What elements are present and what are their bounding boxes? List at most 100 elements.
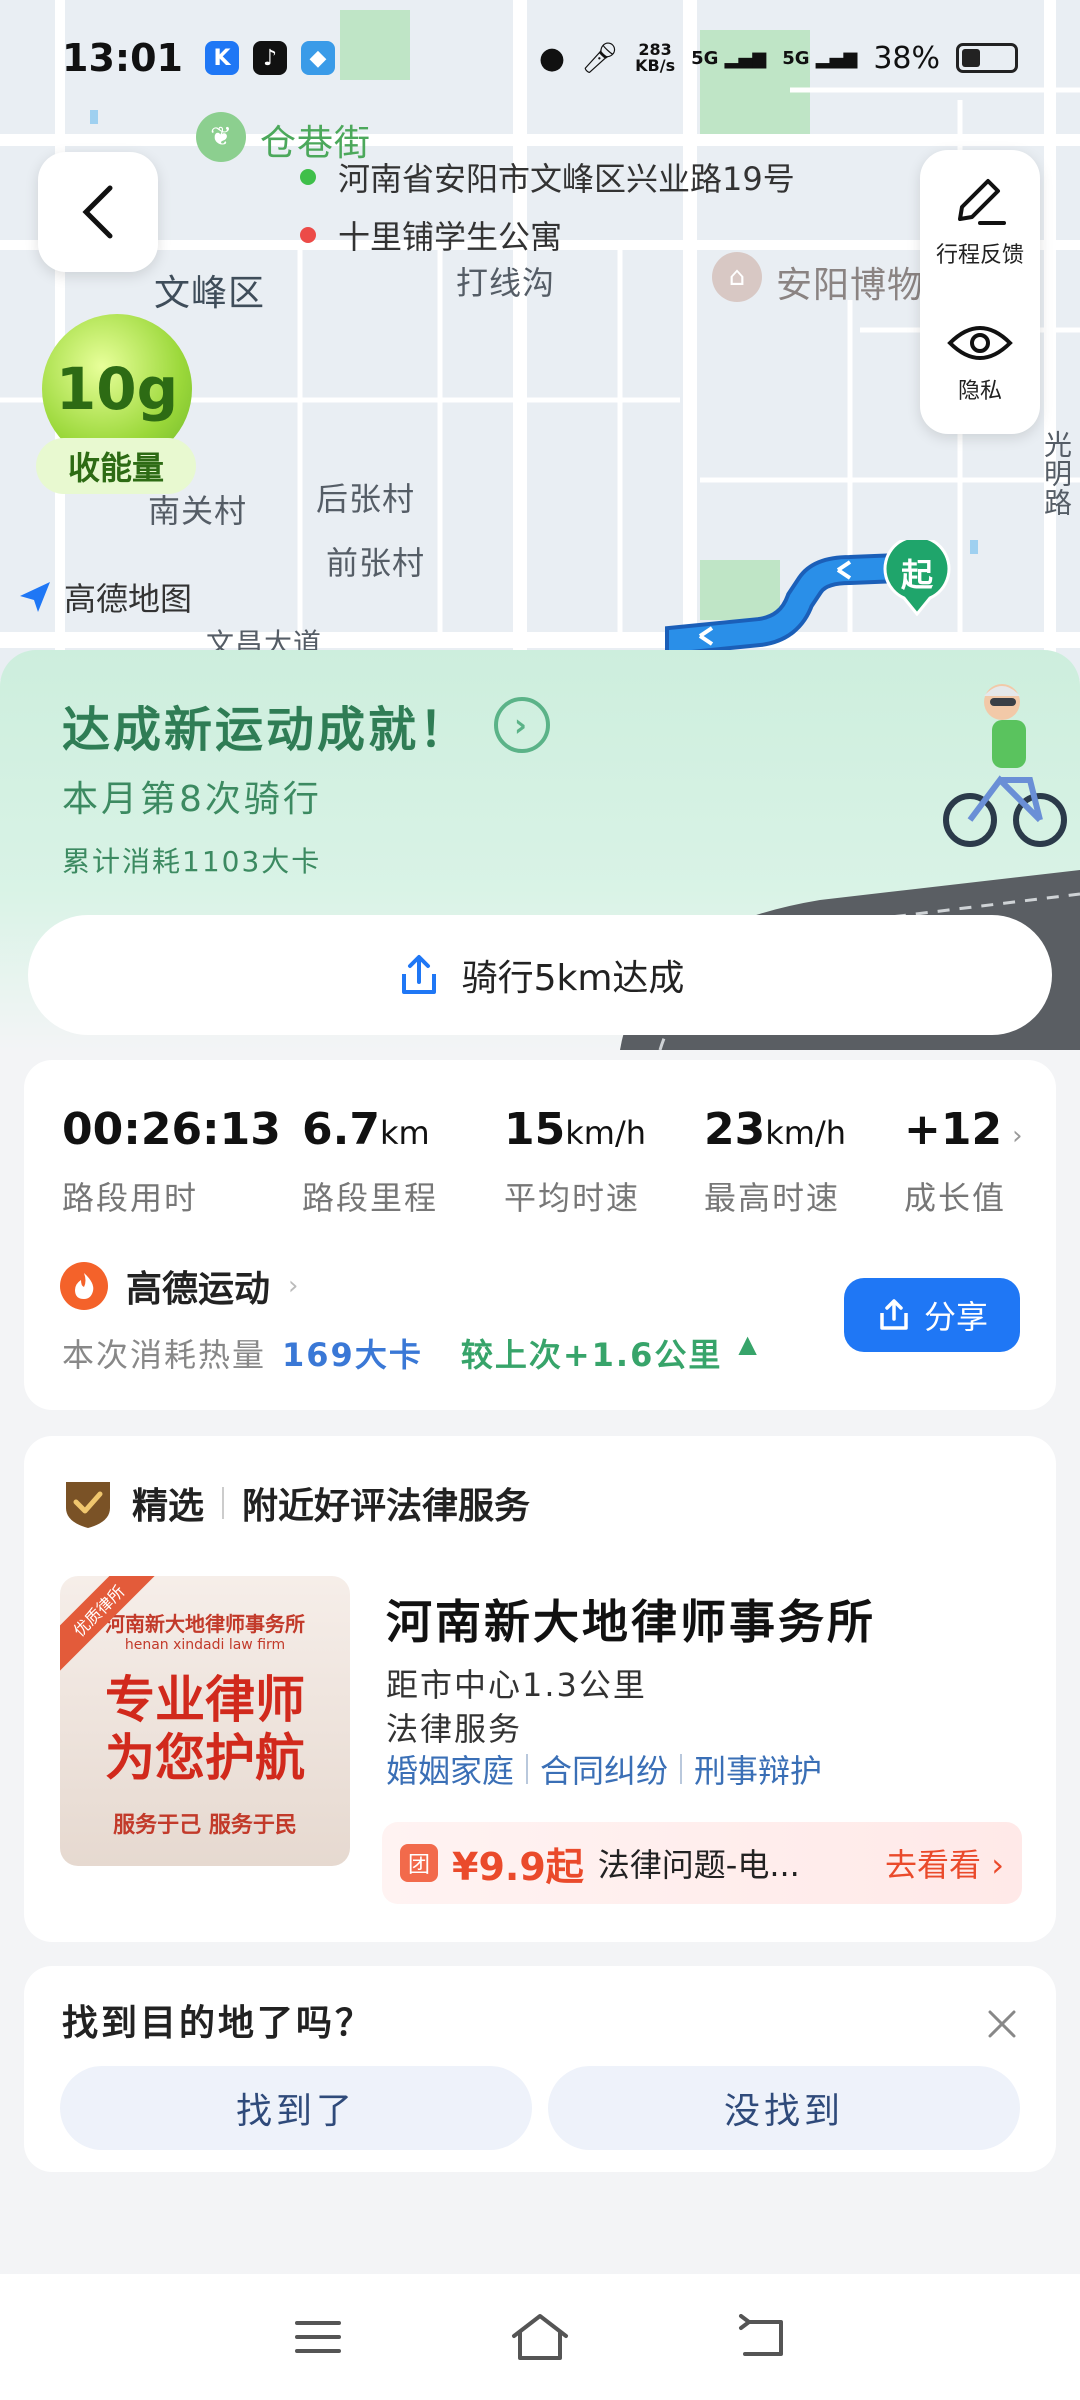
law-firm-ad-image[interactable]: 优质律所 河南新大地律师事务所 henan xindadi law firm 专… — [60, 1576, 350, 1866]
stat-avg-speed: 15km/h 平均时速 — [504, 1104, 704, 1219]
firm-name[interactable]: 河南新大地律师事务所 — [386, 1586, 876, 1652]
privacy-label: 隐私 — [957, 379, 1002, 404]
stat-avg-speed-number: 15 — [504, 1104, 566, 1155]
gaode-sport-link[interactable]: 高德运动 › — [60, 1260, 298, 1312]
route-info: 河南省安阳市文峰区兴业路19号 十里铺学生公寓 — [300, 148, 795, 264]
tag-contract: 合同纠纷 — [540, 1752, 669, 1790]
status-app-icons: K ♪ ◆ — [204, 41, 335, 75]
stats-row: 00:26:13 路段用时 6.7km 路段里程 15km/h 平均时速 23k… — [62, 1104, 1026, 1219]
map-label-houzhangcun: 后张村 — [316, 480, 416, 518]
map-side-panel: 行程反馈 隐私 — [920, 150, 1040, 434]
destination-dot — [300, 227, 316, 243]
achievement-calories: 累计消耗1103大卡 — [62, 845, 322, 878]
battery-fill — [962, 49, 980, 67]
tag-marriage: 婚姻家庭 — [386, 1752, 515, 1790]
back-button[interactable] — [38, 152, 158, 272]
cyclist-illustration — [943, 684, 1067, 847]
stat-growth-value: +12 › — [904, 1104, 1024, 1155]
ad-firm-name: 河南新大地律师事务所 — [105, 1612, 305, 1636]
tag-divider — [526, 1754, 529, 1784]
location-icon: ● — [538, 40, 566, 76]
achievement-share-button[interactable]: 骑行5km达成 — [28, 915, 1052, 1035]
map-label-guangming: 光明路 — [1040, 430, 1073, 517]
destination-feedback-card: 找到目的地了吗？ 找到了 没找到 — [24, 1966, 1056, 2172]
calorie-prefix: 本次消耗热量 — [62, 1336, 267, 1374]
back-icon[interactable] — [737, 2314, 787, 2360]
triangle-up-icon: ▲ — [738, 1330, 759, 1358]
gaode-sport-label: 高德运动 — [126, 1269, 271, 1310]
start-pin: 起 — [882, 535, 952, 617]
menu-icon[interactable] — [293, 2317, 343, 2357]
stat-duration-value: 00:26:13 — [62, 1104, 302, 1155]
route-origin: 河南省安阳市文峰区兴业路19号 — [300, 148, 795, 206]
stat-avg-speed-value: 15km/h — [504, 1104, 704, 1155]
status-bar: 13:01 K ♪ ◆ ● 🎤︎ 283 KB/s 5G ▂▄▆ 5G ▂▄▆ 3… — [0, 0, 1080, 116]
legal-service-card: 精选 附近好评法律服务 优质律所 河南新大地律师事务所 henan xindad… — [24, 1436, 1056, 1942]
achievement-share-label: 骑行5km达成 — [461, 958, 685, 999]
status-time: 13:01 — [62, 36, 183, 80]
privacy-button[interactable]: 隐私 — [920, 292, 1040, 434]
stat-avg-speed-unit: km/h — [565, 1114, 646, 1152]
stat-max-speed-label: 最高时速 — [704, 1179, 841, 1217]
found-button[interactable]: 找到了 — [60, 2066, 532, 2150]
battery-percent: 38% — [873, 40, 940, 76]
legal-header: 精选 附近好评法律服务 — [62, 1476, 530, 1530]
chevron-right-icon: › — [1012, 1121, 1023, 1151]
route-origin-text: 河南省安阳市文峰区兴业路19号 — [338, 160, 795, 198]
signal-1-label: 5G — [691, 47, 719, 69]
stat-max-speed-unit: km/h — [765, 1114, 846, 1152]
stat-max-speed-value: 23km/h — [704, 1104, 904, 1155]
achievement-subtitle: 本月第8次骑行 — [62, 779, 322, 820]
not-found-button[interactable]: 没找到 — [548, 2066, 1020, 2150]
achievement-title[interactable]: 达成新运动成就！ › — [62, 690, 551, 760]
firm-tags: 婚姻家庭 合同纠纷 刑事辩护 — [386, 1746, 822, 1792]
start-pin-label: 起 — [900, 556, 933, 594]
energy-tag: 收能量 — [36, 438, 196, 494]
ad-slogan: 专业律师 为您护航 — [105, 1671, 305, 1787]
origin-dot — [300, 169, 316, 185]
stat-distance-value: 6.7km — [302, 1104, 504, 1155]
amap-logo-text: 高德地图 — [64, 580, 193, 618]
map-label-wenfengqu: 文峰区 — [154, 273, 266, 314]
amap-logo: 高德地图 — [16, 574, 192, 620]
group-buy-icon: 团 — [400, 1844, 438, 1882]
compare-text: 较上次+1.6公里 — [460, 1336, 723, 1374]
chevron-right-circle-icon: › — [494, 697, 551, 753]
calorie-value: 169大卡 — [282, 1336, 423, 1374]
firm-category: 法律服务 — [386, 1710, 523, 1748]
chevron-left-icon — [82, 185, 113, 239]
deal-go-link[interactable]: 去看看 › — [885, 1840, 1004, 1886]
home-icon[interactable] — [510, 2312, 570, 2362]
stat-duration: 00:26:13 路段用时 — [62, 1104, 302, 1219]
stat-growth[interactable]: +12 › 成长值 — [904, 1104, 1024, 1219]
chevron-right-icon: › — [991, 1846, 1004, 1884]
ad-firm-english: henan xindadi law firm — [124, 1637, 286, 1653]
stat-distance-number: 6.7 — [302, 1104, 380, 1155]
eye-icon — [947, 326, 1013, 360]
status-indicators: ● 🎤︎ 283 KB/s 5G ▂▄▆ 5G ▂▄▆ 38% — [539, 41, 1018, 76]
stat-avg-speed-label: 平均时速 — [504, 1179, 641, 1217]
legal-badge: 精选 — [132, 1486, 205, 1527]
route-destination: 十里铺学生公寓 — [300, 206, 795, 264]
battery-icon — [956, 43, 1018, 73]
stat-growth-label: 成长值 — [904, 1179, 1007, 1217]
share-button[interactable]: 分享 — [844, 1278, 1020, 1352]
douyin-icon: ♪ — [252, 41, 287, 75]
deal-banner[interactable]: 团 ¥9.9起 法律问题-电... 去看看 › — [382, 1822, 1022, 1904]
signal-2-label: 5G — [782, 47, 810, 69]
energy-collect[interactable]: 10g 收能量 — [36, 314, 196, 494]
map-label-daxiangou: 打线沟 — [456, 264, 556, 302]
map-label-qianzhangcun: 前张村 — [326, 544, 426, 582]
trip-feedback-button[interactable]: 行程反馈 — [920, 150, 1040, 292]
ad-slogan-line2: 为您护航 — [105, 1729, 305, 1787]
deal-price: ¥9.9起 — [452, 1844, 584, 1889]
ad-slogan-line1: 专业律师 — [105, 1671, 305, 1729]
legal-heading: 附近好评法律服务 — [242, 1486, 531, 1527]
chevron-right-icon: › — [288, 1271, 299, 1301]
stat-distance-unit: km — [379, 1114, 430, 1152]
close-icon[interactable] — [984, 2006, 1020, 2042]
poi-park-icon: ❦ — [196, 112, 246, 162]
deal-description: 法律问题-电... — [597, 1846, 800, 1884]
edit-icon — [958, 179, 1006, 225]
amap-arrow-icon — [20, 582, 50, 612]
